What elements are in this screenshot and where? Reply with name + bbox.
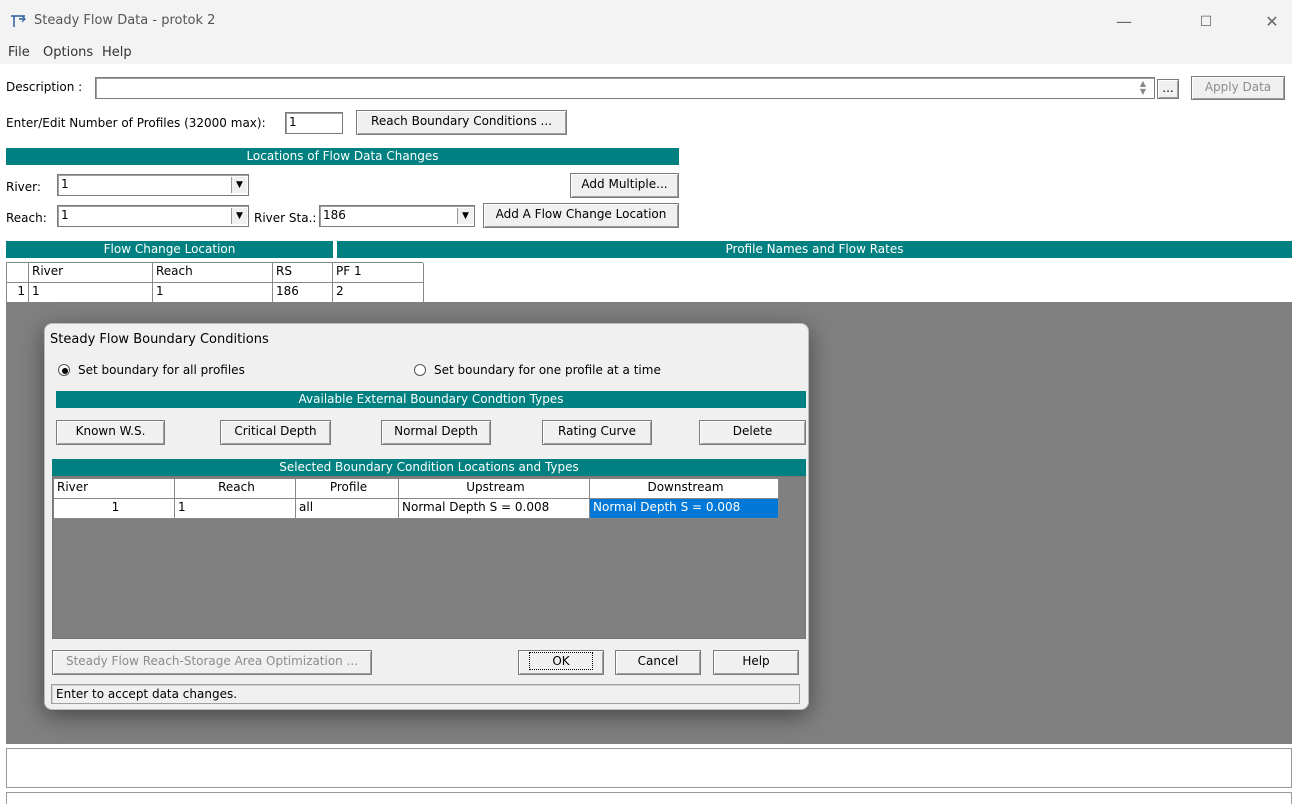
column-header-profile: Profile <box>296 479 399 499</box>
river-sta-value: 186 <box>323 208 346 222</box>
menu-options[interactable]: Options <box>43 45 93 60</box>
chevron-down-icon[interactable]: ▼ <box>231 177 247 193</box>
table-cell-upstream[interactable]: Normal Depth S = 0.008 <box>399 499 590 519</box>
rating-curve-button[interactable]: Rating Curve <box>542 420 652 445</box>
ok-button[interactable]: OK <box>518 650 604 675</box>
river-label: River: <box>6 180 41 194</box>
profile-names-header: Profile Names and Flow Rates <box>337 241 1292 258</box>
reach-dropdown[interactable]: 1 ▼ <box>57 205 249 227</box>
flow-table: River Reach RS PF 1 1 1 1 186 2 <box>6 262 424 303</box>
radio-all-profiles[interactable] <box>58 364 70 376</box>
title-bar: Steady Flow Data - protok 2 — ☐ ✕ <box>0 0 1292 42</box>
column-header-pf1: PF 1 <box>333 263 424 283</box>
table-cell-river[interactable]: 1 <box>29 283 153 303</box>
profiles-label: Enter/Edit Number of Profiles (32000 max… <box>6 116 266 130</box>
radio-one-profile-label: Set boundary for one profile at a time <box>434 363 661 377</box>
column-header-downstream: Downstream <box>590 479 779 499</box>
menu-bar: File Options Help <box>0 42 1292 64</box>
row-header-corner <box>7 263 29 283</box>
selected-table: River Reach Profile Upstream Downstream … <box>52 476 806 639</box>
river-dropdown[interactable]: 1 ▼ <box>57 174 249 196</box>
known-ws-button[interactable]: Known W.S. <box>56 420 165 445</box>
bottom-message-box <box>6 748 1292 788</box>
radio-all-profiles-label: Set boundary for all profiles <box>78 363 245 377</box>
table-cell-river[interactable]: 1 <box>54 499 175 519</box>
status-bar <box>6 792 1292 804</box>
menu-file[interactable]: File <box>8 45 30 60</box>
minimize-icon[interactable]: — <box>1101 8 1147 36</box>
table-cell-downstream-selected[interactable]: Normal Depth S = 0.008 <box>590 499 779 519</box>
types-header: Available External Boundary Condtion Typ… <box>56 391 806 408</box>
table-cell-profile[interactable]: all <box>296 499 399 519</box>
normal-depth-button[interactable]: Normal Depth <box>381 420 491 445</box>
add-multiple-button[interactable]: Add Multiple... <box>570 173 679 198</box>
reach-boundary-conditions-button[interactable]: Reach Boundary Conditions ... <box>356 110 567 135</box>
column-header-rs: RS <box>273 263 333 283</box>
chevron-down-icon[interactable]: ▼ <box>231 208 247 224</box>
dialog-title: Steady Flow Boundary Conditions <box>50 332 269 347</box>
column-header-reach: Reach <box>175 479 296 499</box>
boundary-conditions-dialog: Steady Flow Boundary Conditions Set boun… <box>44 323 809 710</box>
column-header-river: River <box>29 263 153 283</box>
profiles-input[interactable]: 1 <box>285 112 343 134</box>
column-header-reach: Reach <box>153 263 273 283</box>
spin-icon[interactable]: ▲ ▼ <box>1137 80 1149 96</box>
table-cell-reach[interactable]: 1 <box>175 499 296 519</box>
river-value: 1 <box>61 177 69 191</box>
description-label: Description : <box>6 80 83 94</box>
app-icon <box>11 15 26 27</box>
reach-value: 1 <box>61 208 69 222</box>
table-cell-pf1[interactable]: 2 <box>333 283 424 303</box>
help-button[interactable]: Help <box>713 650 799 675</box>
critical-depth-button[interactable]: Critical Depth <box>220 420 331 445</box>
cancel-button[interactable]: Cancel <box>615 650 701 675</box>
add-flow-change-location-button[interactable]: Add A Flow Change Location <box>483 203 679 228</box>
menu-help[interactable]: Help <box>102 45 132 60</box>
flow-change-location-header: Flow Change Location <box>6 241 333 258</box>
selected-header: Selected Boundary Condition Locations an… <box>52 459 806 476</box>
table-cell-reach[interactable]: 1 <box>153 283 273 303</box>
locations-header: Locations of Flow Data Changes <box>6 148 679 165</box>
window-title: Steady Flow Data - protok 2 <box>34 13 216 28</box>
description-input[interactable] <box>95 77 1155 99</box>
reach-label: Reach: <box>6 211 47 225</box>
table-cell-rs[interactable]: 186 <box>273 283 333 303</box>
delete-button[interactable]: Delete <box>699 420 806 445</box>
ok-label: OK <box>529 652 593 670</box>
column-header-river: River <box>54 479 175 499</box>
close-icon[interactable]: ✕ <box>1249 8 1292 36</box>
maximize-icon[interactable]: ☐ <box>1183 8 1229 36</box>
description-ellipsis-button[interactable]: ... <box>1157 79 1179 99</box>
dialog-status-text: Enter to accept data changes. <box>51 684 800 704</box>
chevron-down-icon[interactable]: ▼ <box>457 208 473 224</box>
river-sta-dropdown[interactable]: 186 ▼ <box>319 205 475 227</box>
radio-one-profile[interactable] <box>414 364 426 376</box>
river-sta-label: River Sta.: <box>254 211 317 225</box>
apply-data-button[interactable]: Apply Data <box>1191 76 1285 100</box>
optimization-button[interactable]: Steady Flow Reach-Storage Area Optimizat… <box>52 650 372 675</box>
column-header-upstream: Upstream <box>399 479 590 499</box>
row-index: 1 <box>7 283 29 303</box>
